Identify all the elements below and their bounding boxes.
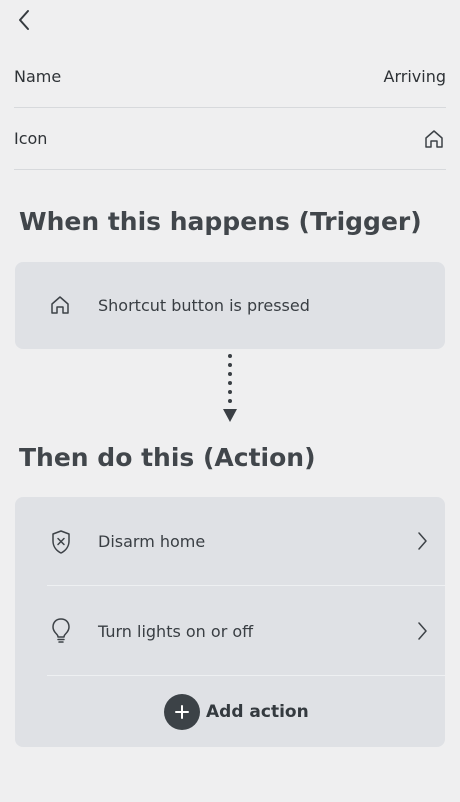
action-card: Disarm home Turn lights on or off Add ac…	[15, 497, 445, 747]
name-label: Name	[14, 67, 62, 86]
trigger-card[interactable]: Shortcut button is pressed	[15, 262, 445, 349]
trigger-section-title: When this happens (Trigger)	[19, 207, 422, 236]
chevron-right-icon	[415, 529, 429, 553]
divider	[47, 675, 445, 676]
name-value[interactable]: Arriving	[384, 67, 446, 86]
icon-row[interactable]: Icon	[14, 108, 446, 170]
home-icon[interactable]	[422, 127, 446, 151]
chevron-right-icon	[415, 619, 429, 643]
chevron-left-icon	[19, 10, 29, 30]
trigger-item-label: Shortcut button is pressed	[98, 296, 310, 315]
action-item-turn-lights[interactable]: Turn lights on or off	[15, 587, 445, 675]
lightbulb-icon	[49, 617, 73, 645]
plus-icon	[164, 694, 200, 730]
dotted-arrow-connector	[223, 354, 237, 422]
divider	[47, 585, 445, 586]
home-icon	[49, 293, 71, 317]
action-item-label: Turn lights on or off	[98, 622, 254, 641]
add-action-button[interactable]: Add action	[164, 694, 309, 730]
shield-x-icon	[49, 528, 73, 556]
name-row[interactable]: Name Arriving	[14, 46, 446, 108]
action-section-title: Then do this (Action)	[19, 443, 316, 472]
add-action-label: Add action	[206, 702, 309, 722]
icon-label: Icon	[14, 129, 48, 148]
top-bar	[0, 0, 460, 44]
action-item-disarm-home[interactable]: Disarm home	[15, 497, 445, 585]
action-item-label: Disarm home	[98, 532, 206, 551]
back-button[interactable]	[12, 8, 36, 32]
